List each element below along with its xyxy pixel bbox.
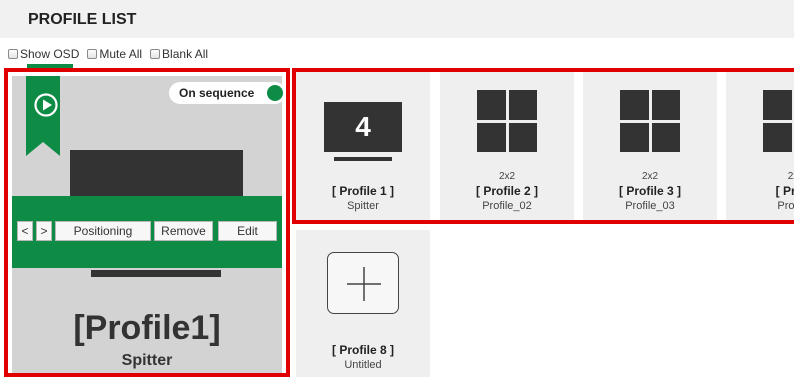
profile-card[interactable]: 2x2 [ Profile 2 ] Profile_02: [440, 72, 574, 220]
profile-name: [ Profi: [775, 184, 794, 198]
profile-preview-panel: On sequence < > Positioning Remove Edit …: [4, 68, 290, 377]
mute-all-checkbox[interactable]: Mute All: [87, 47, 142, 61]
profile-name: [ Profile 8 ]: [331, 343, 394, 357]
show-osd-label: Show OSD: [20, 47, 80, 61]
layout-label: 2x2: [498, 171, 516, 182]
profile-subtitle: Profile_02: [482, 200, 532, 212]
profile-name: [ Profile 2 ]: [475, 184, 538, 198]
monitor-graphic: [70, 150, 243, 198]
profile-cards-row: 4 [ Profile 1 ] Spitter 2x2 [ Profile 2 …: [292, 68, 794, 224]
profile-card[interactable]: 4 [ Profile 1 ] Spitter: [296, 72, 430, 220]
next-button[interactable]: >: [36, 221, 52, 241]
preview-canvas: On sequence < > Positioning Remove Edit …: [12, 76, 286, 373]
mute-all-label: Mute All: [99, 47, 143, 61]
prev-button[interactable]: <: [17, 221, 33, 241]
sequence-toggle[interactable]: On sequence: [169, 82, 286, 104]
monitor-stand: [91, 270, 221, 277]
profile-subtitle: Profile: [777, 200, 794, 212]
profile-subtitle: Untitled: [344, 359, 382, 371]
blank-all-label: Blank All: [162, 47, 209, 61]
toggle-on-indicator: [267, 85, 283, 101]
monitor-number-icon: 4: [324, 102, 402, 152]
grid-2x2-icon: [620, 90, 680, 152]
profile-subtitle: Spitter: [347, 200, 379, 212]
show-osd-checkbox[interactable]: Show OSD: [8, 47, 79, 61]
checkbox-box[interactable]: [150, 49, 161, 59]
preview-profile-name: [Profile1]: [73, 309, 221, 347]
profile-name: [ Profile 3 ]: [618, 184, 681, 198]
checkbox-box[interactable]: [87, 49, 98, 59]
monitor-stand: [334, 157, 392, 161]
layout-label: 2x: [787, 171, 794, 182]
profile-subtitle: Profile_03: [625, 200, 675, 212]
play-icon[interactable]: [34, 93, 58, 117]
add-profile-card[interactable]: [ Profile 8 ] Untitled: [296, 230, 430, 377]
profile-name: [ Profile 1 ]: [331, 184, 394, 198]
remove-button[interactable]: Remove: [154, 221, 213, 241]
sequence-label: On sequence: [179, 86, 255, 100]
grid-2x2-icon: [763, 90, 794, 152]
checkbox-box[interactable]: [8, 49, 18, 59]
positioning-button[interactable]: Positioning: [55, 221, 151, 241]
page-title: PROFILE LIST: [28, 11, 137, 28]
toolbar: Show OSD Mute All Blank All: [8, 46, 216, 62]
add-profile-button[interactable]: [327, 252, 399, 314]
plus-icon: [347, 267, 381, 301]
layout-label: 2x2: [641, 171, 659, 182]
profile-card[interactable]: 2x2 [ Profile 3 ] Profile_03: [583, 72, 717, 220]
blank-all-checkbox[interactable]: Blank All: [150, 47, 208, 61]
preview-profile-subtitle: Spitter: [121, 352, 173, 369]
profile-card[interactable]: 2x [ Profi Profile: [726, 72, 794, 220]
edit-button[interactable]: Edit: [218, 221, 277, 241]
header-bar: PROFILE LIST: [0, 0, 794, 38]
grid-2x2-icon: [477, 90, 537, 152]
